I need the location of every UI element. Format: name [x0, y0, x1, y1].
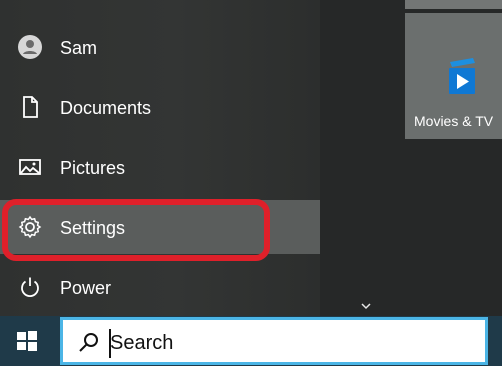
document-icon [23, 96, 38, 118]
search-input-text[interactable]: Search [110, 332, 173, 354]
documents-label: Documents [60, 98, 152, 118]
search-icon [79, 333, 98, 352]
movies-and-tv-icon [449, 58, 475, 94]
pictures-icon [19, 159, 41, 175]
movies-and-tv-tile[interactable]: Movies & TV [405, 13, 502, 139]
pictures-label: Pictures [60, 158, 126, 178]
avatar-icon [18, 35, 42, 59]
movies-and-tv-label: Movies & TV [414, 113, 494, 129]
start-menu-pictures[interactable]: Pictures [0, 140, 320, 194]
sam-label: Sam [60, 38, 98, 58]
chevron-down-icon[interactable] [360, 302, 372, 312]
settings-red-highlight [2, 199, 270, 261]
start-menu-power[interactable]: Power [0, 260, 320, 314]
power-label: Power [60, 278, 112, 298]
power-icon [21, 277, 39, 298]
windows-icon[interactable] [15, 329, 39, 353]
taskbar: Search [0, 316, 502, 366]
start-menu-user-sam[interactable]: Sam [0, 20, 320, 74]
partial-tile[interactable] [405, 0, 502, 9]
taskbar-search-box[interactable]: Search [60, 317, 488, 365]
start-menu-documents[interactable]: Documents [0, 80, 320, 134]
windows-start-menu-screen: Movies & TV Sam Documents Pictures Setti… [0, 0, 502, 366]
